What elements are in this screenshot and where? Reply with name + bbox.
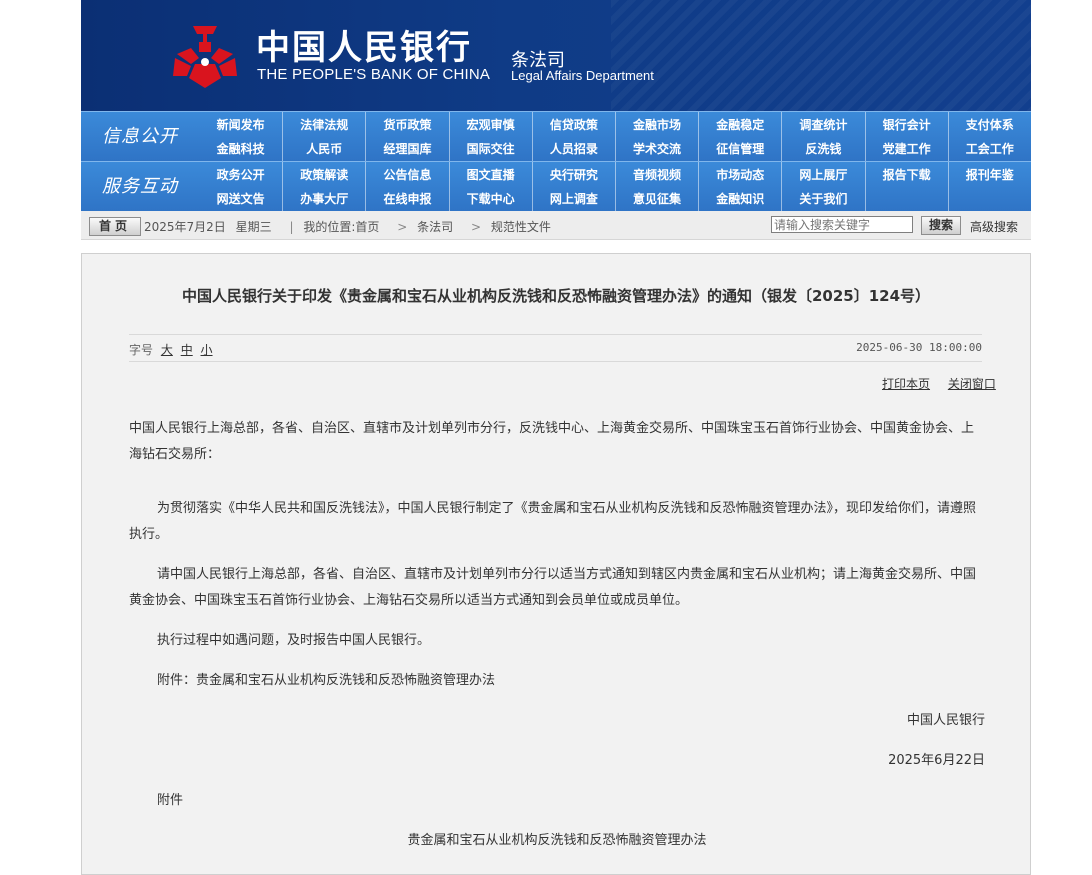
current-weekday: 星期三 bbox=[235, 220, 272, 234]
addressee: 中国人民银行上海总部，各省、自治区、直辖市及计划单列市分行，反洗钱中心、上海黄金… bbox=[129, 421, 975, 462]
breadcrumb-bar: 首页 2025年7月2日 星期三 | 我的位置:首页 > 条法司 > 规范性文件… bbox=[81, 211, 1031, 240]
nav-group-title: 信息公开 bbox=[102, 126, 178, 147]
nav-item[interactable]: 报告下载 bbox=[864, 162, 948, 186]
nav-item[interactable]: 政策解读 bbox=[282, 162, 365, 186]
nav-items-service: 政务公开 政策解读 公告信息 图文直播 央行研究 音频视频 市场动态 网上展厅 … bbox=[199, 162, 1031, 211]
nav-item[interactable]: 支付体系 bbox=[947, 112, 1031, 136]
article-title: 中国人民银行关于印发《贵金属和宝石从业机构反洗钱和反恐怖融资管理办法》的通知（银… bbox=[181, 287, 931, 305]
nav-item[interactable]: 网送文告 bbox=[199, 186, 282, 211]
attachment-note: 附件：贵金属和宝石从业机构反洗钱和反恐怖融资管理办法 bbox=[157, 673, 496, 688]
attachment-label: 附件 bbox=[157, 793, 184, 808]
nav-item[interactable]: 下载中心 bbox=[448, 186, 532, 211]
nav-item[interactable]: 货币政策 bbox=[365, 112, 448, 136]
page-container: 中国人民银行 THE PEOPLE'S BANK OF CHINA 条法司 Le… bbox=[81, 0, 1031, 240]
nav-item[interactable]: 政务公开 bbox=[199, 162, 282, 186]
font-size-control: 字号 大 中 小 bbox=[129, 341, 213, 358]
close-window-link[interactable]: 关闭窗口 bbox=[948, 377, 996, 391]
nav-item[interactable]: 网上调查 bbox=[531, 186, 615, 211]
nav-item[interactable]: 反洗钱 bbox=[781, 136, 864, 161]
current-date: 2025年7月2日 bbox=[144, 220, 226, 234]
search-button[interactable]: 搜索 bbox=[921, 216, 961, 235]
nav-item[interactable]: 信贷政策 bbox=[531, 112, 615, 136]
breadcrumb-item-normative-docs[interactable]: 规范性文件 bbox=[491, 220, 551, 234]
nav-item[interactable]: 调查统计 bbox=[781, 112, 864, 136]
divider: | bbox=[289, 220, 294, 234]
print-link[interactable]: 打印本页 bbox=[882, 377, 930, 391]
nav-item[interactable]: 金融稳定 bbox=[698, 112, 781, 136]
nav-item[interactable]: 办事大厅 bbox=[282, 186, 365, 211]
nav-item[interactable]: 国际交往 bbox=[448, 136, 532, 161]
paragraph: 为贯彻落实《中华人民共和国反洗钱法》，中国人民银行制定了《贵金属和宝石从业机构反… bbox=[129, 501, 977, 542]
advanced-search-link[interactable]: 高级搜索 bbox=[970, 218, 1018, 235]
nav-item[interactable]: 法律法规 bbox=[282, 112, 365, 136]
nav-item[interactable]: 银行会计 bbox=[864, 112, 948, 136]
nav-item[interactable]: 新闻发布 bbox=[199, 112, 282, 136]
nav-item[interactable]: 报刊年鉴 bbox=[947, 162, 1031, 186]
site-header: 中国人民银行 THE PEOPLE'S BANK OF CHINA 条法司 Le… bbox=[81, 0, 1031, 111]
article-panel: 中国人民银行关于印发《贵金属和宝石从业机构反洗钱和反恐怖融资管理办法》的通知（银… bbox=[81, 253, 1031, 875]
bank-name-cn: 中国人民银行 bbox=[256, 28, 472, 68]
nav-item[interactable]: 金融知识 bbox=[698, 186, 781, 211]
nav-group-info: 信息公开 新闻发布 法律法规 货币政策 宏观审慎 信贷政策 金融市场 金融稳定 … bbox=[81, 111, 1031, 161]
bank-name-en: THE PEOPLE'S BANK OF CHINA bbox=[257, 66, 491, 83]
nav-items-info: 新闻发布 法律法规 货币政策 宏观审慎 信贷政策 金融市场 金融稳定 调查统计 … bbox=[199, 112, 1031, 161]
nav-item[interactable]: 党建工作 bbox=[864, 136, 948, 161]
font-size-label: 字号 bbox=[129, 343, 154, 357]
nav-item-empty bbox=[947, 186, 1031, 211]
nav-item[interactable]: 征信管理 bbox=[698, 136, 781, 161]
font-size-medium[interactable]: 中 bbox=[181, 343, 193, 357]
nav-group-title: 服务互动 bbox=[102, 176, 178, 197]
breadcrumb-item-department[interactable]: 条法司 bbox=[417, 220, 453, 234]
breadcrumb: 2025年7月2日 星期三 | 我的位置:首页 > 条法司 > 规范性文件 bbox=[144, 218, 557, 235]
nav-item[interactable]: 金融市场 bbox=[614, 112, 698, 136]
nav-item[interactable]: 宏观审慎 bbox=[448, 112, 532, 136]
nav-item[interactable]: 公告信息 bbox=[365, 162, 448, 186]
signature: 中国人民银行 bbox=[906, 713, 985, 728]
nav-item-empty bbox=[864, 186, 948, 211]
search-input[interactable] bbox=[771, 216, 913, 233]
nav-item[interactable]: 学术交流 bbox=[614, 136, 698, 161]
nav-item[interactable]: 金融科技 bbox=[199, 136, 282, 161]
department-name-en: Legal Affairs Department bbox=[511, 68, 654, 83]
chevron-right-icon: > bbox=[470, 220, 482, 234]
nav-item[interactable]: 网上展厅 bbox=[781, 162, 864, 186]
article-body: 中国人民银行上海总部，各省、自治区、直辖市及计划单列市分行，反洗钱中心、上海黄金… bbox=[129, 416, 985, 854]
font-size-small[interactable]: 小 bbox=[201, 343, 213, 357]
nav-item[interactable]: 工会工作 bbox=[947, 136, 1031, 161]
nav-item[interactable]: 意见征集 bbox=[614, 186, 698, 211]
attachment-title: 贵金属和宝石从业机构反洗钱和反恐怖融资管理办法 bbox=[407, 833, 707, 848]
nav-item[interactable]: 经理国库 bbox=[365, 136, 448, 161]
nav-item[interactable]: 图文直播 bbox=[448, 162, 532, 186]
nav-item[interactable]: 关于我们 bbox=[781, 186, 864, 211]
nav-item[interactable]: 市场动态 bbox=[698, 162, 781, 186]
nav-group-service: 服务互动 政务公开 政策解读 公告信息 图文直播 央行研究 音频视频 市场动态 … bbox=[81, 161, 1031, 211]
document-date: 2025年6月22日 bbox=[888, 753, 985, 768]
pboc-logo-icon[interactable] bbox=[169, 24, 241, 90]
paragraph: 请中国人民银行上海总部，各省、自治区、直辖市及计划单列市分行以适当方式通知到辖区… bbox=[129, 567, 977, 608]
nav-item[interactable]: 央行研究 bbox=[531, 162, 615, 186]
nav-item[interactable]: 在线申报 bbox=[365, 186, 448, 211]
font-size-large[interactable]: 大 bbox=[161, 343, 173, 357]
nav-item[interactable]: 人民币 bbox=[282, 136, 365, 161]
breadcrumb-location[interactable]: 我的位置:首页 bbox=[303, 220, 379, 234]
article-meta: 字号 大 中 小 2025-06-30 18:00:00 bbox=[129, 334, 982, 362]
nav-item[interactable]: 音频视频 bbox=[614, 162, 698, 186]
paragraph: 执行过程中如遇问题，及时报告中国人民银行。 bbox=[157, 633, 431, 648]
publish-time: 2025-06-30 18:00:00 bbox=[856, 341, 982, 354]
article-tools: 打印本页 关闭窗口 bbox=[868, 375, 996, 392]
home-button[interactable]: 首页 bbox=[89, 217, 141, 236]
nav-item[interactable]: 人员招录 bbox=[531, 136, 615, 161]
chevron-right-icon: > bbox=[397, 220, 408, 234]
